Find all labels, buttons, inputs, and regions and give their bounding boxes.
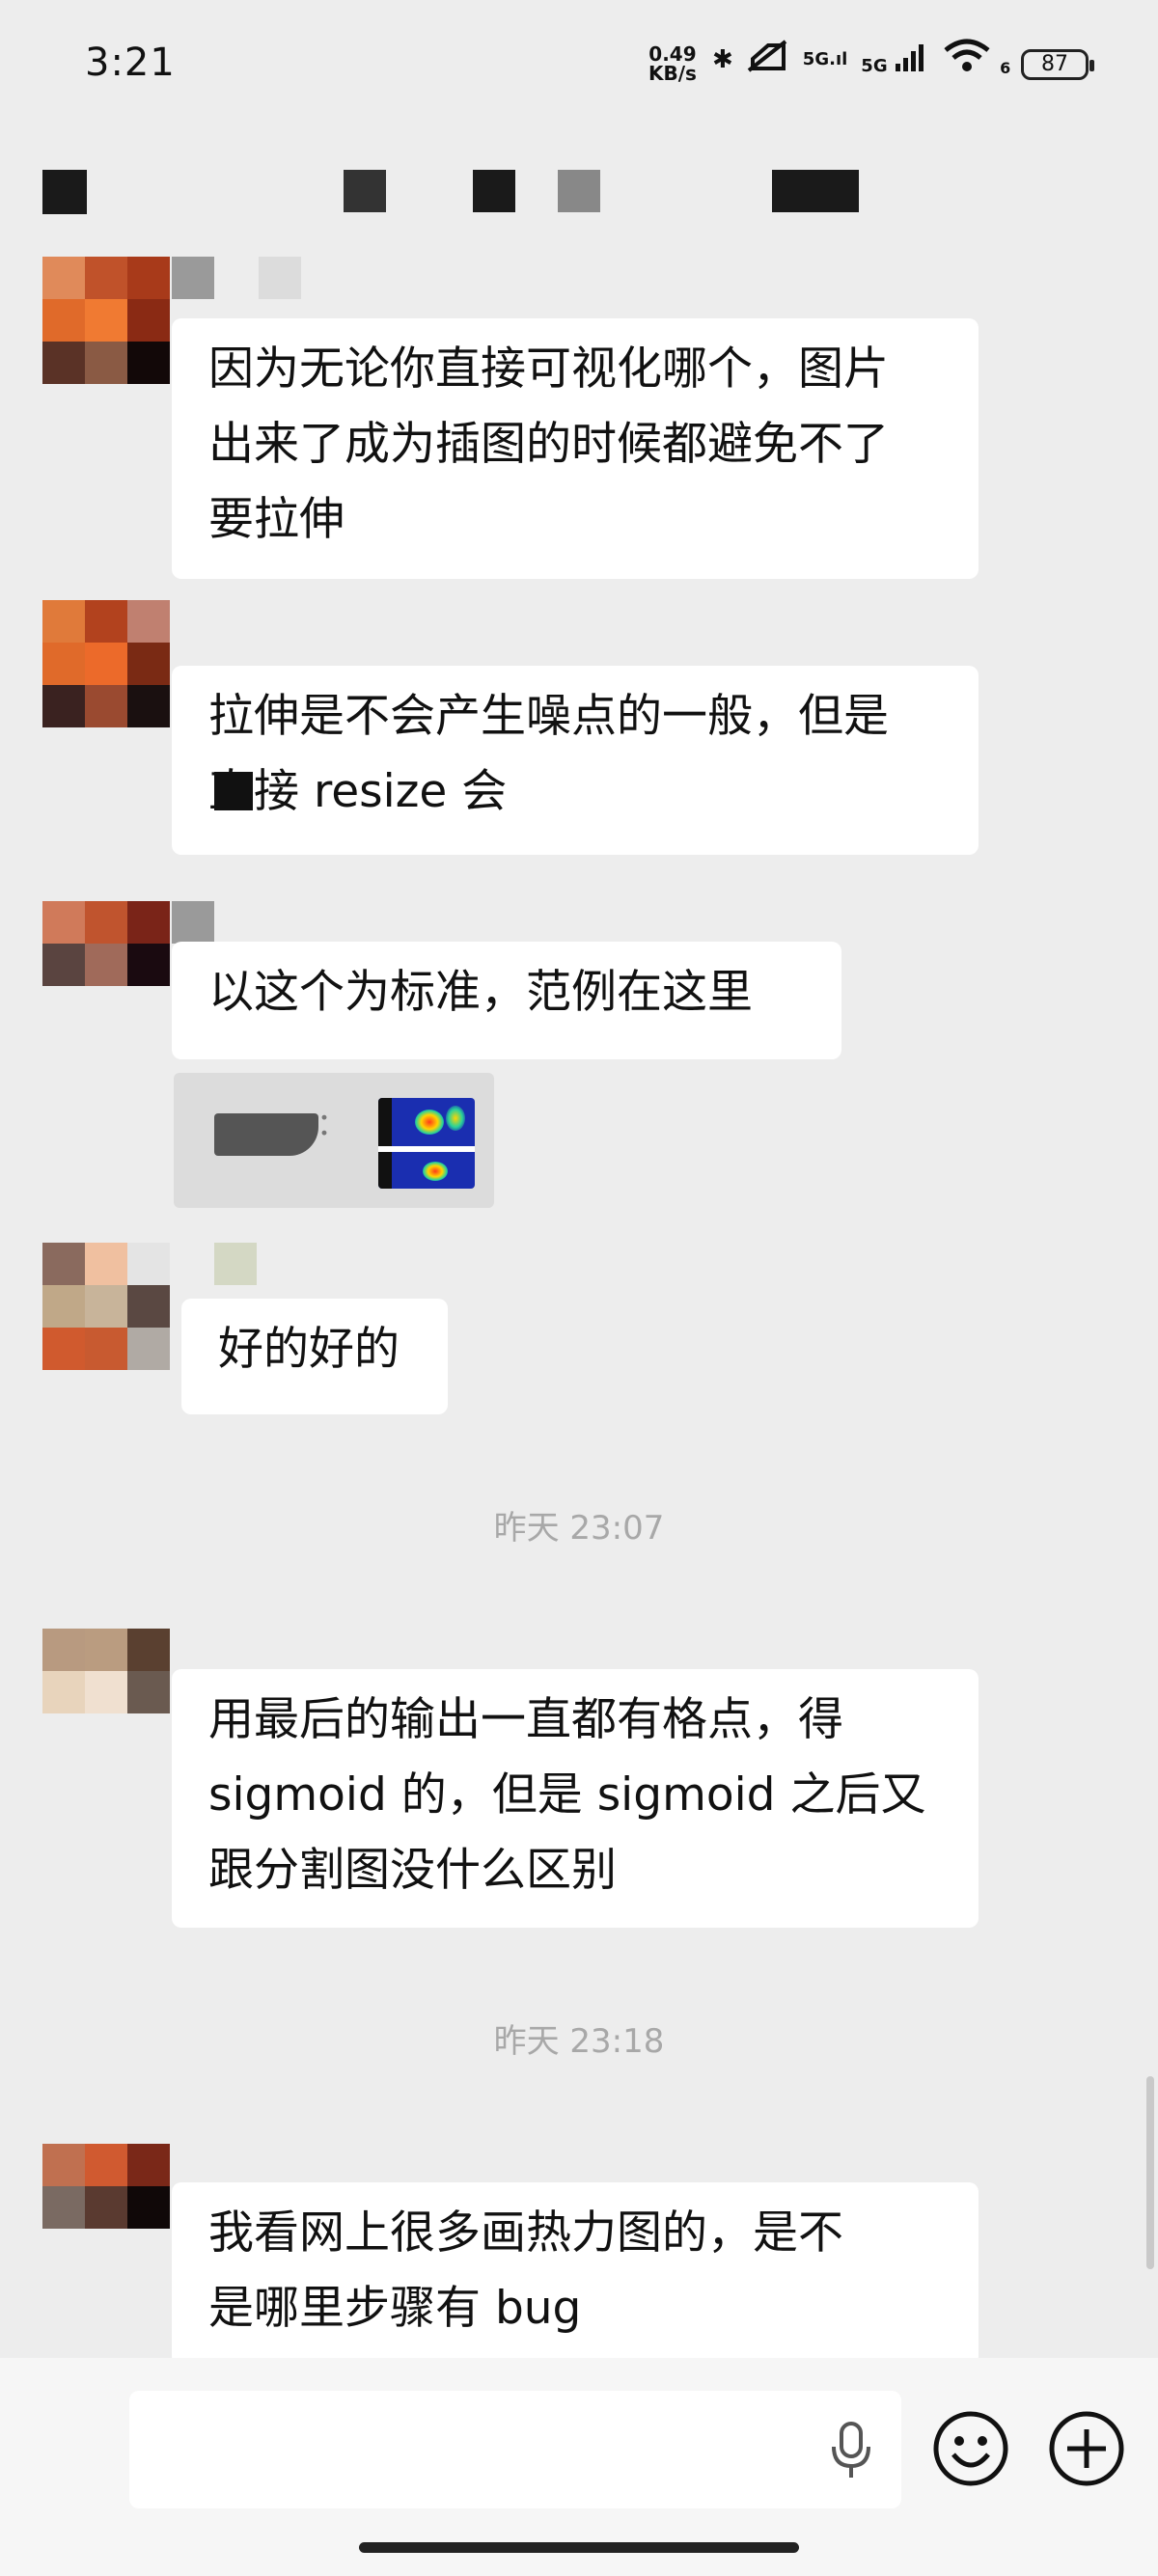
message-bubble[interactable]: 因为无论你直接可视化哪个，图片 出来了成为插图的时候都避免不了 要拉伸 — [172, 318, 979, 579]
network-speed-unit: KB/s — [648, 62, 697, 85]
signal-icon: 5G.ıl — [802, 49, 848, 69]
mic-icon[interactable] — [828, 2420, 874, 2480]
scrollbar[interactable] — [1146, 2076, 1154, 2269]
avatar[interactable] — [42, 1629, 170, 1756]
network-speed-value: 0.49 — [648, 42, 697, 66]
quoted-image-reply[interactable]: ： — [174, 1073, 494, 1208]
battery-icon: 87 — [1021, 49, 1094, 80]
redacted-quote-text — [214, 1113, 318, 1156]
avatar[interactable] — [42, 600, 170, 727]
emoji-icon[interactable] — [932, 2410, 1009, 2487]
signal-2-label: 5G — [861, 56, 888, 76]
signal-1-label: 5G — [802, 49, 830, 69]
signal-icon: 5G — [861, 42, 928, 76]
mute-icon — [747, 40, 789, 79]
avatar[interactable] — [42, 257, 170, 384]
message-bubble[interactable]: 我看网上很多画热力图的，是不 是哪里步骤有 bug — [172, 2182, 979, 2366]
status-icons: ✱ 5G.ıl 5G 6 — [712, 39, 1010, 80]
status-time: 3:21 — [85, 41, 176, 85]
wifi-sub-label: 6 — [1000, 59, 1011, 77]
message-input[interactable] — [129, 2391, 901, 2508]
sender-name-redacted — [259, 257, 301, 299]
timestamp: 昨天 23:07 — [493, 1509, 665, 1548]
message-bubble[interactable]: 以这个为标准，范例在这里 — [172, 942, 841, 1059]
sender-name-redacted — [172, 257, 214, 299]
avatar[interactable] — [42, 901, 170, 1028]
sender-name-redacted — [214, 1243, 257, 1285]
message-bubble[interactable]: 拉伸是不会产生噪点的一般，但是 直接 resize 会 — [172, 666, 979, 855]
wifi-icon: 6 — [942, 39, 1010, 80]
heatmap-thumbnail[interactable] — [378, 1098, 475, 1189]
sender-name-redacted — [172, 901, 214, 944]
redacted-char — [214, 772, 253, 810]
network-speed: 0.49 KB/s — [648, 44, 697, 83]
message-bubble[interactable]: 用最后的输出一直都有格点，得 sigmoid 的，但是 sigmoid 之后又 … — [172, 1669, 979, 1928]
avatar[interactable] — [42, 1243, 170, 1370]
timestamp: 昨天 23:18 — [493, 2022, 665, 2061]
message-bubble[interactable]: 好的好的 — [181, 1299, 448, 1414]
quote-colon: ： — [317, 1106, 348, 1142]
home-indicator[interactable] — [359, 2542, 799, 2553]
avatar[interactable] — [42, 2144, 170, 2271]
bluetooth-icon: ✱ — [712, 44, 733, 74]
battery-level: 87 — [1041, 52, 1068, 76]
plus-icon[interactable] — [1048, 2410, 1125, 2487]
